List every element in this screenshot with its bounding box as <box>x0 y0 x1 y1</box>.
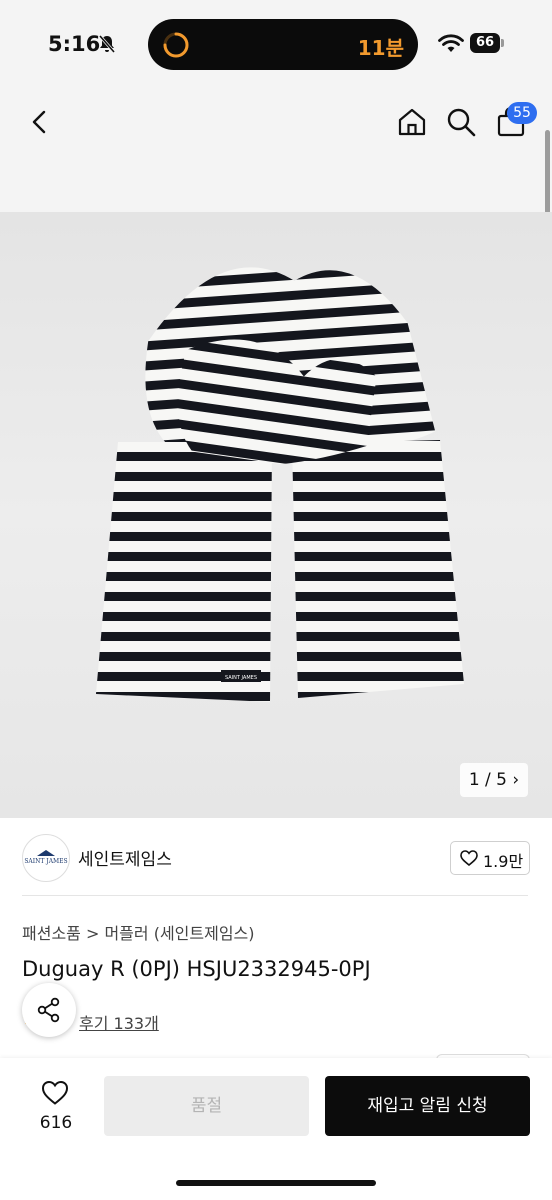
scarf-left-panel <box>96 442 272 702</box>
dynamic-island[interactable]: 11분 <box>148 19 418 70</box>
image-pager[interactable]: 1 / 5 › <box>460 763 528 797</box>
divider <box>22 895 528 896</box>
battery-level: 66 <box>470 33 500 53</box>
sold-out-button[interactable]: 품절 <box>104 1076 309 1136</box>
brand-logo-text: SAINT JAMES <box>24 858 68 865</box>
wifi-icon <box>438 34 464 52</box>
home-icon[interactable] <box>396 106 428 138</box>
heart-icon <box>41 1080 69 1105</box>
scrollbar[interactable] <box>545 130 550 214</box>
bell-off-icon <box>98 35 116 53</box>
brand-logo[interactable]: SAINT JAMES <box>22 834 70 882</box>
product-title: Duguay R (0PJ) HSJU2332945-0PJ <box>22 957 371 981</box>
review-link[interactable]: 후기 133개 <box>79 1010 159 1034</box>
wishlist-count: 616 <box>39 1113 73 1133</box>
brand-name[interactable]: 세인트제임스 <box>78 845 172 870</box>
share-button[interactable] <box>22 983 76 1037</box>
home-indicator[interactable] <box>176 1180 376 1186</box>
top-nav: 55 <box>0 90 552 212</box>
restock-alert-button[interactable]: 재입고 알림 신청 <box>325 1076 530 1136</box>
scarf-right-panel <box>292 440 464 698</box>
timer-remaining: 11분 <box>357 36 404 60</box>
product-image: SAINT JAMES <box>0 212 552 818</box>
search-icon[interactable] <box>445 106 477 138</box>
cart-count-badge: 55 <box>507 102 537 124</box>
clock: 5:16 <box>48 32 101 56</box>
scarf-label-text: SAINT JAMES <box>225 675 257 681</box>
brand-like-count: 1.9만 <box>483 852 524 871</box>
timer-icon <box>163 32 189 58</box>
heart-icon <box>460 850 478 866</box>
status-bar: 5:16 11분 66 <box>0 0 552 90</box>
back-arrow-icon[interactable] <box>26 108 54 136</box>
battery-tip <box>501 39 504 47</box>
brand-logo-mark <box>37 850 55 856</box>
brand-like-button[interactable]: 1.9만 <box>450 841 530 875</box>
battery-indicator: 66 <box>470 33 506 55</box>
breadcrumb[interactable]: 패션소품 > 머플러 (세인트제임스) <box>22 920 255 944</box>
wishlist-button[interactable]: 616 <box>28 1076 84 1136</box>
share-icon <box>37 997 60 1023</box>
product-image-gallery[interactable]: SAINT JAMES 1 / 5 › <box>0 212 552 818</box>
